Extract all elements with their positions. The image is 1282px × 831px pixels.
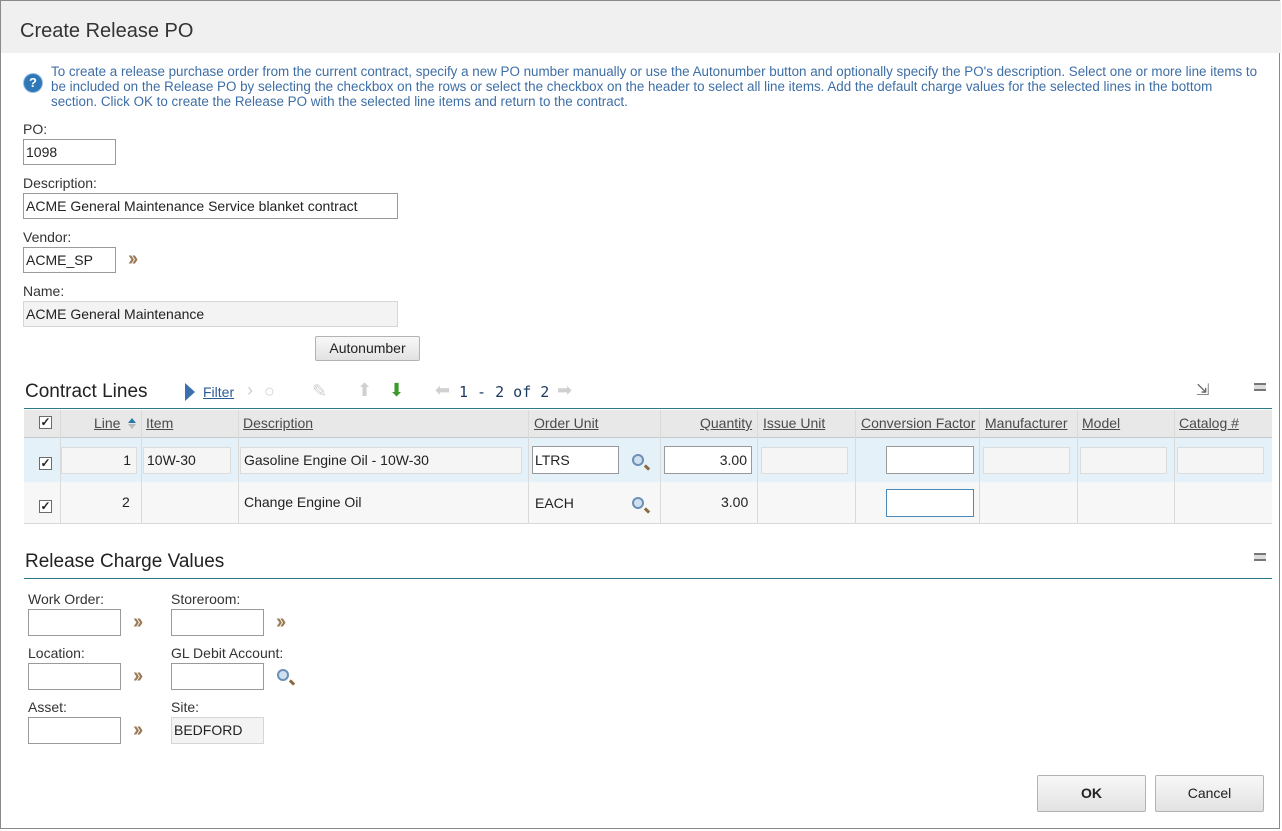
column-header-item[interactable]: Item <box>146 415 173 431</box>
column-divider <box>1174 410 1175 523</box>
work-order-input[interactable] <box>28 609 121 636</box>
column-header-order-unit[interactable]: Order Unit <box>534 415 599 431</box>
column-divider <box>141 410 142 523</box>
site-label: Site: <box>171 699 200 715</box>
description-input[interactable]: ACME General Maintenance Service blanket… <box>23 193 398 219</box>
filter-link[interactable]: Filter <box>203 384 234 400</box>
column-divider <box>1077 410 1078 523</box>
column-header-quantity[interactable]: Quantity <box>700 415 752 431</box>
ok-button[interactable]: OK <box>1037 775 1146 812</box>
vendor-detail-menu-icon[interactable]: ›› <box>128 249 138 269</box>
arrow-up-icon: ⬆ <box>357 380 373 400</box>
po-label: PO: <box>23 121 48 137</box>
column-header-model[interactable]: Model <box>1082 415 1120 431</box>
row-1-conversion-factor-input[interactable] <box>886 446 974 474</box>
row-1-model <box>1080 447 1167 474</box>
autonumber-button[interactable]: Autonumber <box>315 336 420 361</box>
row-2-quantity[interactable]: 3.00 <box>721 494 748 510</box>
row-1-catalog <box>1177 447 1264 474</box>
download-icon[interactable]: ⇲ <box>1196 381 1209 401</box>
pager-text: 1 - 2 of 2 <box>459 383 550 401</box>
row-1-checkbox[interactable]: ✓ <box>39 457 52 470</box>
asset-input[interactable] <box>28 717 121 744</box>
filter-triangle-icon[interactable] <box>185 383 195 401</box>
row-2-order-unit-lookup-icon[interactable] <box>632 497 644 509</box>
help-circle-icon: ? <box>24 74 42 92</box>
search-icon: ○ <box>264 381 275 401</box>
row-2-description: Change Engine Oil <box>244 494 362 510</box>
vendor-input[interactable]: ACME_SP <box>23 247 116 273</box>
minimize-charge-values-icon[interactable] <box>1254 553 1266 561</box>
gl-debit-account-lookup-icon[interactable] <box>277 669 289 681</box>
row-1-order-unit-input[interactable]: LTRS <box>532 446 619 474</box>
help-text: To create a release purchase order from … <box>51 64 1258 109</box>
row-2-checkbox[interactable]: ✓ <box>39 500 52 513</box>
description-label: Description: <box>23 175 97 191</box>
table-row <box>24 482 1272 524</box>
storeroom-label: Storeroom: <box>171 591 241 607</box>
column-header-manufacturer[interactable]: Manufacturer <box>985 415 1067 431</box>
sort-descending-icon <box>128 424 136 429</box>
row-1-description: Gasoline Engine Oil - 10W-30 <box>240 447 522 474</box>
column-divider <box>855 410 856 523</box>
column-divider <box>660 410 661 523</box>
charge-values-underline <box>24 578 1272 579</box>
dialog-header: Create Release PO <box>1 1 1281 53</box>
row-1-manufacturer <box>983 447 1070 474</box>
location-label: Location: <box>28 645 85 661</box>
column-divider <box>238 410 239 523</box>
column-divider <box>757 410 758 523</box>
vendor-label: Vendor: <box>23 229 72 245</box>
contract-lines-title: Contract Lines <box>25 381 148 402</box>
dialog-title: Create Release PO <box>20 20 194 42</box>
work-order-detail-menu-icon[interactable]: ›› <box>133 612 143 632</box>
site-field: BEDFORD <box>171 717 264 744</box>
row-1-item: 10W-30 <box>143 447 231 474</box>
column-divider <box>528 410 529 523</box>
name-label: Name: <box>23 283 65 299</box>
next-page-icon: ➡ <box>557 380 573 400</box>
contract-lines-underline <box>24 408 1272 409</box>
location-input[interactable] <box>28 663 121 690</box>
name-field: ACME General Maintenance <box>23 301 398 327</box>
column-header-conversion-factor[interactable]: Conversion Factor <box>861 415 975 431</box>
asset-label: Asset: <box>28 699 67 715</box>
column-header-issue-unit[interactable]: Issue Unit <box>763 415 825 431</box>
row-1-quantity-input[interactable]: 3.00 <box>664 446 752 474</box>
sort-ascending-icon <box>128 418 136 423</box>
work-order-label: Work Order: <box>28 591 104 607</box>
storeroom-detail-menu-icon[interactable]: ›› <box>276 612 286 632</box>
po-input[interactable]: 1098 <box>23 139 116 165</box>
column-divider <box>979 410 980 523</box>
asset-detail-menu-icon[interactable]: ›› <box>133 720 143 740</box>
cancel-button[interactable]: Cancel <box>1155 775 1264 812</box>
eraser-icon: ✎ <box>312 381 328 401</box>
row-2-order-unit[interactable]: EACH <box>535 495 574 511</box>
column-header-line[interactable]: Line <box>94 415 120 431</box>
release-charge-values-title: Release Charge Values <box>25 551 225 572</box>
storeroom-input[interactable] <box>171 609 264 636</box>
row-1-order-unit-lookup-icon[interactable] <box>632 454 644 466</box>
column-header-description[interactable]: Description <box>243 415 313 431</box>
gl-debit-account-input[interactable] <box>171 663 264 690</box>
gl-debit-account-label: GL Debit Account: <box>171 645 284 661</box>
location-detail-menu-icon[interactable]: ›› <box>133 666 143 686</box>
row-1-line: 1 <box>61 447 137 474</box>
column-header-catalog[interactable]: Catalog # <box>1179 415 1239 431</box>
row-2-line: 2 <box>122 494 130 510</box>
chevron-right-icon: › <box>247 380 253 400</box>
row-1-issue-unit <box>761 447 848 474</box>
arrow-down-icon[interactable]: ⬇ <box>389 380 404 400</box>
previous-page-icon: ⬅ <box>435 380 451 400</box>
minimize-contract-lines-icon[interactable] <box>1254 383 1266 391</box>
row-2-conversion-factor-input[interactable] <box>886 489 974 517</box>
select-all-checkbox[interactable]: ✓ <box>39 416 52 429</box>
